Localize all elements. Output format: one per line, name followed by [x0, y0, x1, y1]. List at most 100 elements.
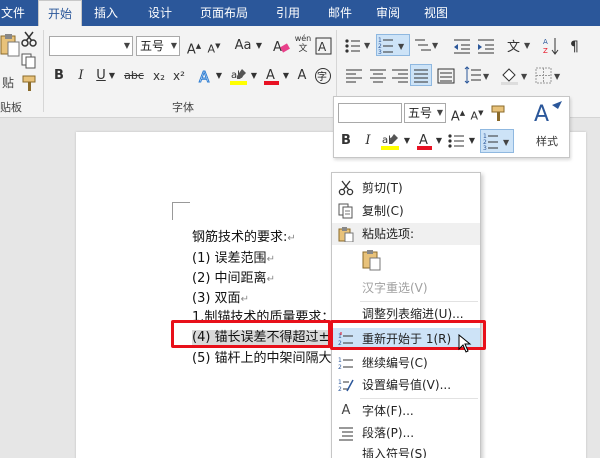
show-marks-icon[interactable]: ¶: [566, 36, 586, 56]
paste-icon[interactable]: [0, 32, 20, 58]
align-center-icon[interactable]: [368, 66, 388, 86]
subscript-button[interactable]: x₂: [150, 66, 168, 86]
tab-insert[interactable]: 插入: [84, 0, 128, 26]
menu-item-label: 汉字重选(V): [362, 281, 428, 295]
menu-item-cut[interactable]: 剪切(T): [332, 177, 480, 199]
format-painter-icon[interactable]: [489, 103, 507, 123]
superscript-button[interactable]: x²: [170, 66, 188, 86]
multilevel-list-icon[interactable]: ▼: [413, 36, 441, 56]
clear-format-icon[interactable]: A: [272, 37, 290, 55]
svg-text:文: 文: [507, 40, 520, 55]
svg-text:A: A: [534, 102, 549, 127]
highlight-icon[interactable]: ab: [229, 66, 249, 86]
svg-text:2: 2: [338, 386, 342, 393]
bold-button[interactable]: B: [52, 66, 66, 86]
shrink-font-button[interactable]: A▼: [205, 36, 223, 56]
tab-references[interactable]: 引用: [266, 0, 310, 26]
document-line[interactable]: (5) 锚杆上的中架间隔大: [192, 347, 332, 366]
chevron-down-icon[interactable]: ▼: [281, 66, 291, 86]
document-line[interactable]: (1) 误差范围↵: [192, 247, 275, 266]
enclose-char-icon[interactable]: 字: [314, 67, 332, 85]
clipboard-group-label: 贴板: [0, 101, 22, 114]
menu-item-copy[interactable]: 复制(C): [332, 200, 480, 222]
menu-item-paragraph[interactable]: 段落(P)...: [332, 422, 480, 444]
sort-icon[interactable]: AZ: [542, 36, 562, 56]
tab-page-layout[interactable]: 页面布局: [188, 0, 260, 26]
grow-font-button[interactable]: A▲: [449, 103, 467, 124]
menu-item-label: 继续编号(C): [362, 356, 428, 370]
chevron-down-icon[interactable]: ▼: [107, 66, 117, 86]
highlight-icon[interactable]: ab: [380, 131, 402, 151]
phonetic-guide-button[interactable]: wén 文: [293, 34, 313, 54]
char-border-icon[interactable]: A: [315, 36, 333, 56]
styles-icon[interactable]: A: [532, 99, 566, 127]
tab-design[interactable]: 设计: [138, 0, 182, 26]
document-line[interactable]: (3) 双面↵: [192, 287, 249, 306]
highlight-annotation-box: [171, 320, 331, 348]
document-line[interactable]: 钢筋技术的要求:↵: [192, 226, 296, 245]
change-case-button[interactable]: Aa: [232, 36, 254, 56]
tab-file[interactable]: 文件: [0, 0, 26, 26]
increase-indent-icon[interactable]: [476, 36, 496, 56]
cut-icon[interactable]: [20, 30, 38, 48]
menu-item-continue-numbering[interactable]: 12 继续编号(C): [332, 352, 480, 374]
asian-layout-icon[interactable]: 文 ▼: [506, 36, 534, 56]
format-painter-icon[interactable]: [20, 74, 38, 92]
justify-icon[interactable]: [410, 64, 432, 86]
tab-home[interactable]: 开始: [38, 0, 82, 26]
menu-item-label: 调整列表缩进(U)...: [362, 307, 464, 321]
decrease-indent-icon[interactable]: [452, 36, 472, 56]
chevron-down-icon[interactable]: ▼: [434, 131, 444, 151]
paste-keep-text-only-icon[interactable]: [362, 249, 382, 271]
context-menu: 剪切(T) 复制(C) 粘贴选项: 汉字重选(V) 调整列表缩进(U)... 1…: [331, 172, 481, 458]
svg-text:Z: Z: [543, 47, 548, 55]
char-shading-button[interactable]: A: [294, 66, 310, 86]
underline-button[interactable]: U: [94, 66, 108, 86]
menu-item-label: 段落(P)...: [362, 426, 415, 440]
menu-item-font[interactable]: A 字体(F)...: [332, 400, 480, 422]
italic-button[interactable]: I: [74, 66, 88, 86]
menu-item-label: 插入符号(S): [362, 447, 427, 458]
shading-icon[interactable]: ▼: [500, 66, 530, 86]
line-spacing-icon[interactable]: ▼: [462, 66, 492, 86]
styles-label: 样式: [536, 135, 558, 148]
document-line-text: (3) 双面: [192, 291, 241, 306]
borders-icon[interactable]: ▼: [534, 66, 564, 86]
chevron-down-icon[interactable]: ▼: [249, 66, 259, 86]
copy-icon[interactable]: [20, 52, 38, 70]
menu-item-label: 复制(C): [362, 204, 404, 218]
menu-item-insert-symbol[interactable]: 插入符号(S): [332, 443, 480, 458]
align-right-icon[interactable]: [390, 66, 410, 86]
svg-text:A: A: [266, 68, 275, 83]
menu-separator: [360, 301, 478, 302]
font-name-combo[interactable]: ▼: [49, 36, 133, 56]
distributed-icon[interactable]: [436, 66, 456, 86]
mini-font-name-combo[interactable]: [338, 103, 402, 123]
text-effects-icon[interactable]: A: [197, 67, 215, 87]
document-line[interactable]: (2) 中间距离↵: [192, 267, 275, 286]
strikethrough-button[interactable]: abc: [122, 66, 146, 86]
shrink-font-button[interactable]: A▼: [468, 103, 486, 123]
tab-review[interactable]: 审阅: [366, 0, 410, 26]
menu-item-set-numbering-value[interactable]: 12 设置编号值(V)...: [332, 374, 480, 396]
align-left-icon[interactable]: [344, 66, 364, 86]
chevron-down-icon[interactable]: ▼: [402, 131, 412, 151]
chevron-down-icon[interactable]: ▼: [254, 36, 264, 56]
tab-view[interactable]: 视图: [414, 0, 458, 26]
italic-button[interactable]: I: [361, 131, 375, 151]
paragraph-mark: ↵: [287, 233, 296, 244]
numbering-icon[interactable]: 1 2 3 ▼: [376, 34, 410, 56]
bullets-icon[interactable]: [447, 131, 467, 151]
bold-button[interactable]: B: [339, 131, 353, 151]
font-size-combo[interactable]: 五号 ▼: [136, 36, 180, 56]
menu-item-reconvert[interactable]: 汉字重选(V): [332, 277, 480, 299]
font-color-icon[interactable]: A: [263, 66, 281, 86]
mini-font-size-combo[interactable]: 五号 ▼: [404, 103, 446, 123]
font-color-icon[interactable]: A: [416, 131, 434, 151]
paragraph-icon: [338, 425, 354, 441]
numbering-icon[interactable]: 1 2 3 ▼: [480, 129, 514, 153]
grow-font-button[interactable]: A▲: [185, 36, 203, 57]
chevron-down-icon[interactable]: ▼: [467, 131, 477, 151]
chevron-down-icon[interactable]: ▼: [214, 66, 224, 86]
tab-mailings[interactable]: 邮件: [318, 0, 362, 26]
